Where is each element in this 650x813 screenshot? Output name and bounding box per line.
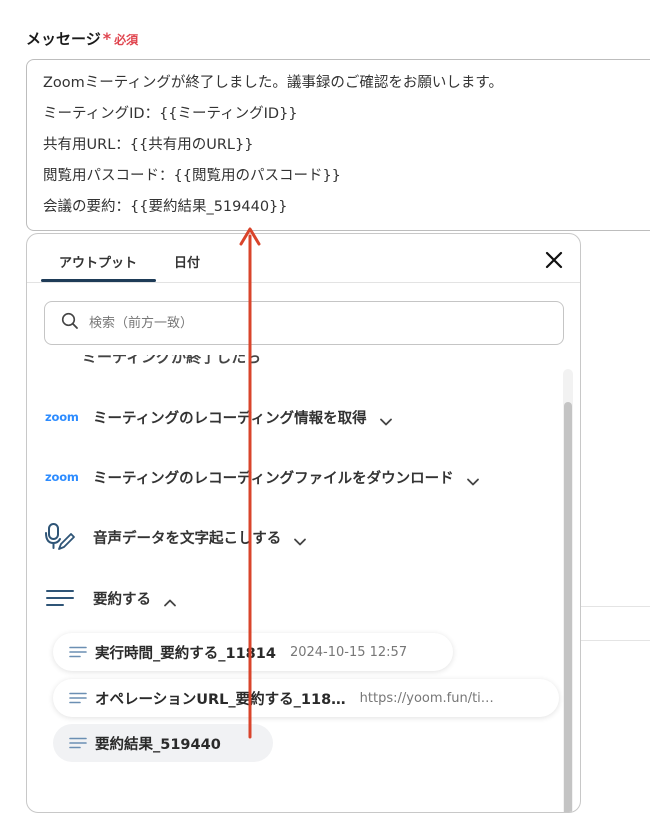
section-transcribe[interactable]: 音声データを文字起こしする (45, 522, 307, 552)
item-value: 2024-10-15 12:57 (289, 644, 408, 660)
tab-date[interactable]: 日付 (174, 252, 200, 271)
chevron-down-icon (293, 532, 307, 546)
text-lines-icon (69, 646, 89, 658)
section-recording-info[interactable]: zoom ミーティングのレコーディング情報を取得 (45, 402, 393, 432)
text-lines-icon (69, 737, 89, 749)
search-input[interactable] (87, 314, 511, 332)
voice-transcribe-icon (45, 522, 81, 552)
tab-output[interactable]: アウトプット (59, 252, 137, 271)
close-icon[interactable] (542, 248, 566, 272)
section-label: 要約する (93, 591, 151, 608)
text-lines-icon (69, 692, 89, 704)
scrollbar-thumb[interactable] (564, 402, 572, 812)
search-field[interactable] (44, 301, 564, 345)
item-name: 実行時間_要約する_11814 (95, 645, 276, 662)
section-summarize[interactable]: 要約する (45, 583, 177, 613)
section-label: ミーティングのレコーディング情報を取得 (93, 410, 367, 427)
message-line: 閲覧用パスコード：{{閲覧用のパスコード}} (43, 168, 341, 184)
chevron-down-icon (466, 472, 480, 486)
item-value: https://yoom.fun/ti… (359, 690, 494, 706)
output-item-exec-time[interactable]: 実行時間_要約する_11814 2024-10-15 12:57 (53, 633, 453, 671)
item-name: オペレーションURL_要約する_118… (95, 691, 346, 708)
chevron-down-icon (379, 412, 393, 426)
message-textarea[interactable]: Zoomミーティングが終了しました。議事録のご確認をお願いします。 ミーティング… (26, 59, 650, 231)
message-line: 会議の要約：{{要約結果_519440}} (43, 199, 288, 215)
message-field-label: メッセージ * 必須 (26, 28, 138, 49)
tab-divider (27, 282, 580, 283)
section-label: 音声データを文字起こしする (93, 530, 282, 547)
output-picker-panel: アウトプット 日付 ミーティングが終了したら zoom ミーティングのレコーディ… (26, 233, 581, 813)
message-line: Zoomミーティングが終了しました。議事録のご確認をお願いします。 (43, 75, 503, 91)
required-text: 必須 (114, 33, 139, 47)
message-label-text: メッセージ (26, 30, 101, 48)
required-asterisk: * (102, 29, 112, 48)
output-item-operation-url[interactable]: オペレーションURL_要約する_118… https://yoom.fun/ti… (53, 679, 559, 717)
search-icon (61, 312, 79, 334)
message-line: ミーティングID：{{ミーティングID}} (43, 106, 298, 122)
section-recording-download[interactable]: zoom ミーティングのレコーディングファイルをダウンロード (45, 462, 480, 492)
zoom-logo-icon: zoom (45, 410, 79, 424)
summary-lines-icon (45, 588, 81, 608)
partial-section-header: ミーティングが終了したら (82, 355, 262, 365)
message-line: 共有用URL：{{共有用のURL}} (43, 137, 254, 153)
output-item-summary-result[interactable]: 要約結果_519440 (53, 724, 273, 762)
section-label: ミーティングのレコーディングファイルをダウンロード (93, 470, 454, 487)
item-name: 要約結果_519440 (95, 736, 221, 753)
chevron-up-icon (163, 593, 177, 607)
zoom-logo-icon: zoom (45, 470, 79, 484)
